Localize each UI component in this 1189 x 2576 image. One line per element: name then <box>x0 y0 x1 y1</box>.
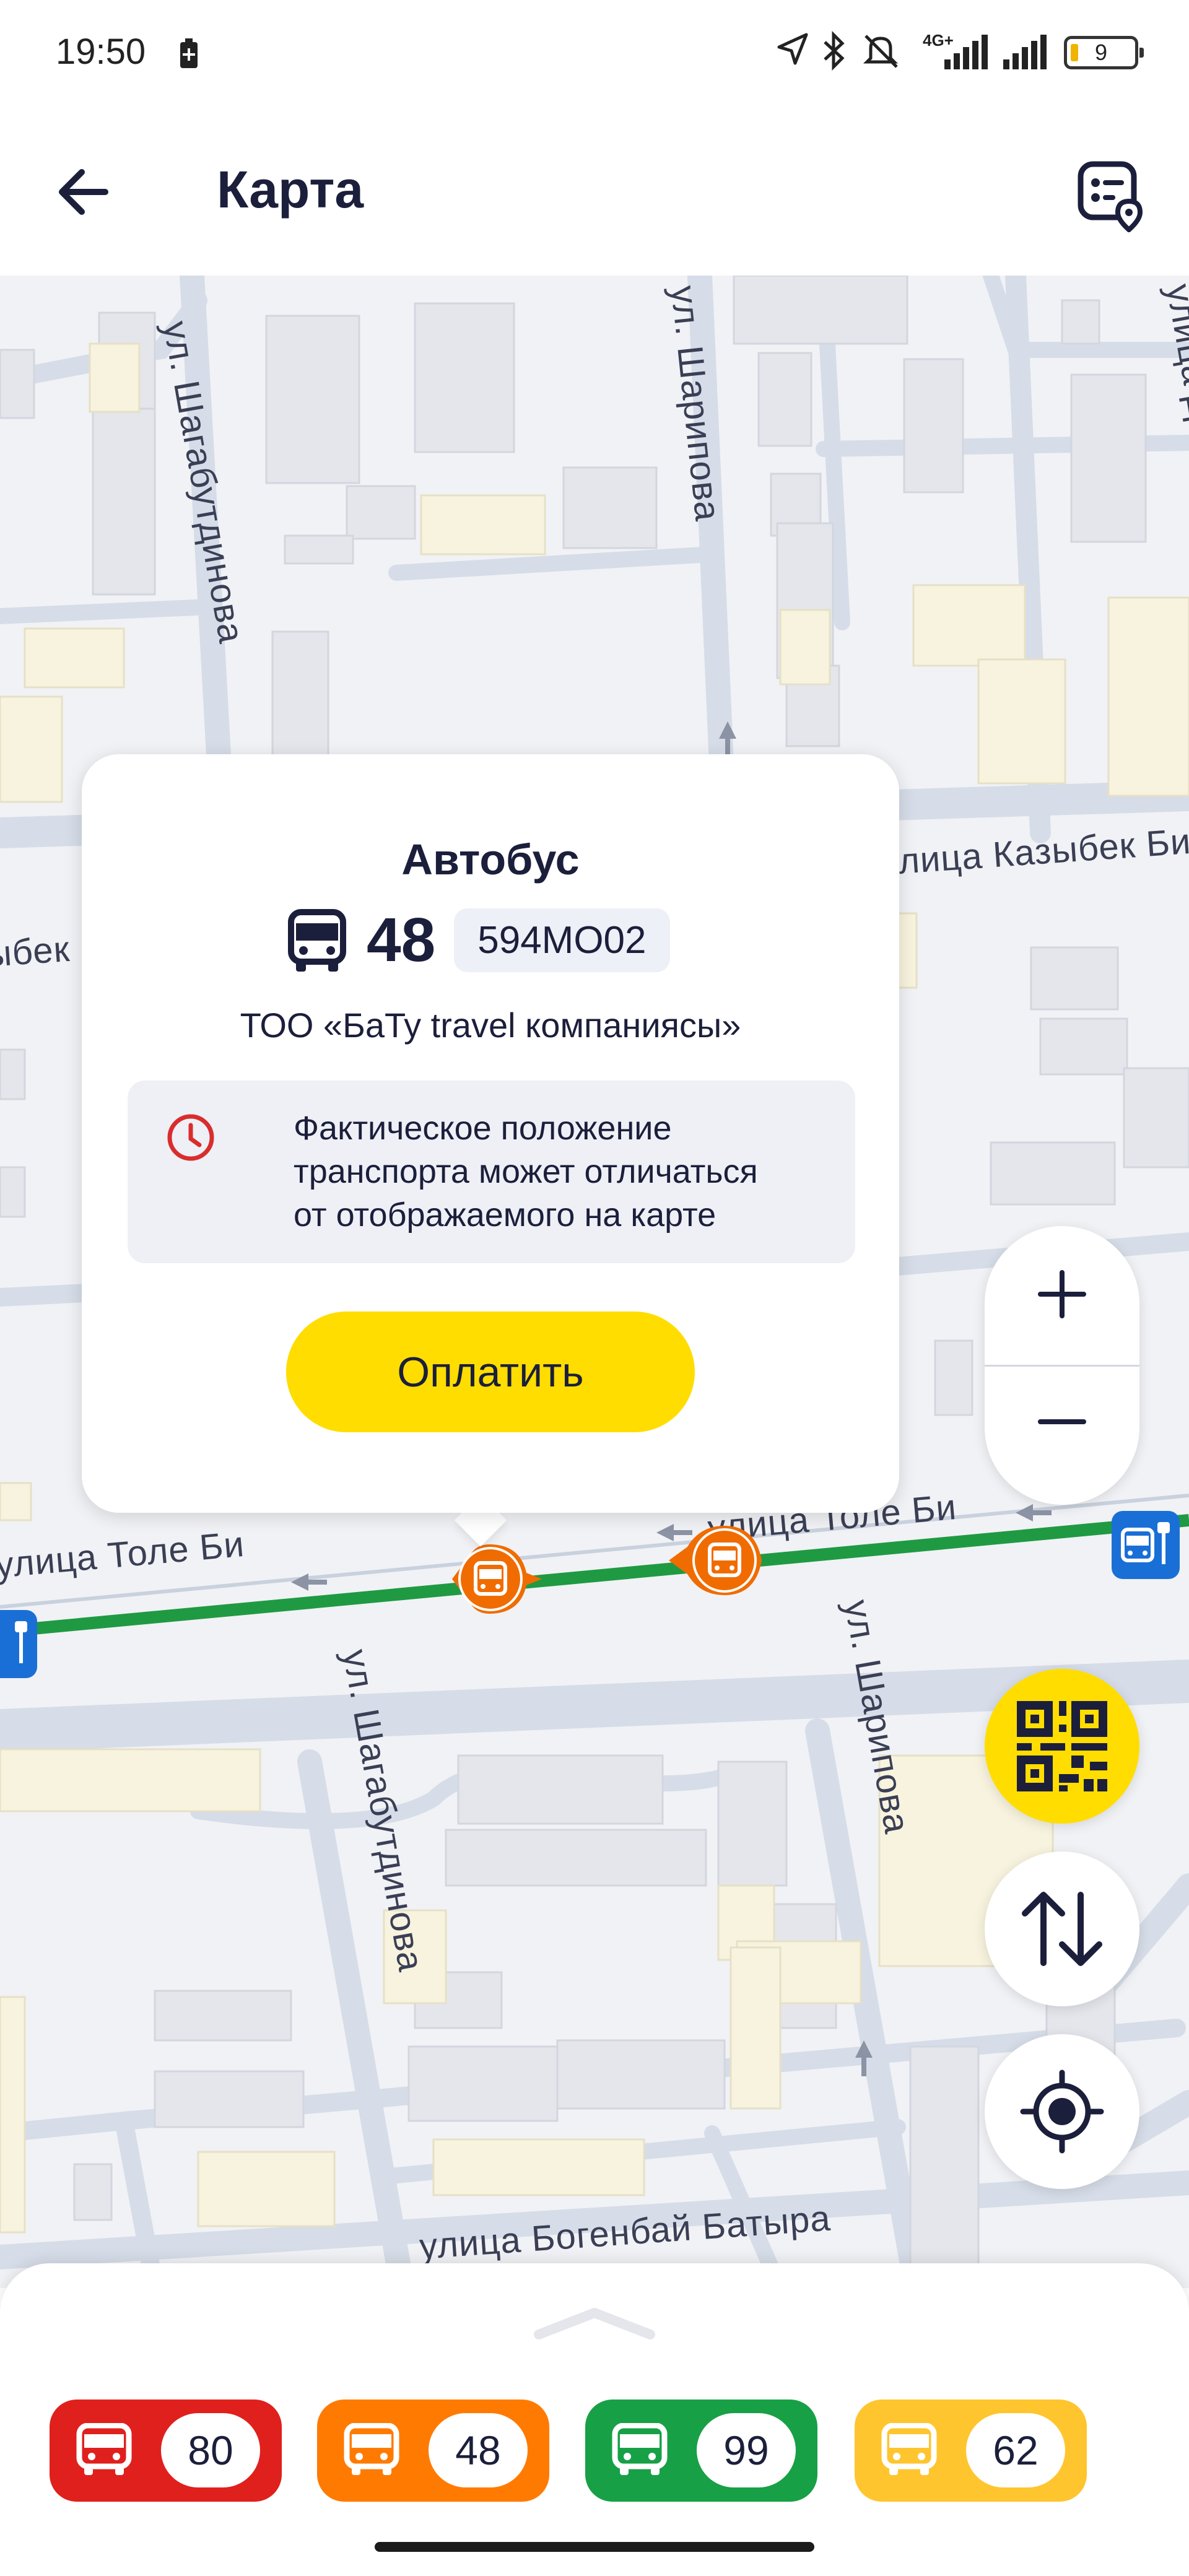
route-chip-number: 99 <box>697 2413 796 2487</box>
route-chip-number: 80 <box>161 2413 260 2487</box>
arrow-left-icon <box>59 169 108 215</box>
bluetooth-icon <box>824 31 845 71</box>
bus-icon <box>612 2423 668 2475</box>
vehicle-route-row: 48 594МО02 <box>286 903 670 977</box>
minus-icon <box>1038 1419 1086 1424</box>
bus-marker-selected[interactable] <box>440 1536 551 1622</box>
zoom-in-button[interactable] <box>985 1226 1139 1365</box>
vehicle-type: Автобус <box>401 835 580 884</box>
bus-icon <box>881 2423 937 2475</box>
page-title: Карта <box>217 160 364 219</box>
signal-icon-2 <box>1003 35 1047 69</box>
bus-icon <box>288 909 346 972</box>
swap-vertical-icon <box>1022 1892 1102 1966</box>
zoom-out-button[interactable] <box>985 1366 1139 1505</box>
route-chip[interactable]: 99 <box>585 2400 817 2502</box>
route-chip[interactable]: 80 <box>50 2400 282 2502</box>
qr-scan-button[interactable] <box>985 1669 1139 1824</box>
zoom-control <box>985 1226 1139 1505</box>
back-button[interactable] <box>50 161 118 223</box>
route-chip-number: 48 <box>429 2413 528 2487</box>
mute-icon <box>863 35 899 68</box>
status-time: 19:50 <box>56 32 146 72</box>
qr-code-icon <box>1017 1701 1107 1791</box>
locate-icon <box>1020 2069 1104 2154</box>
route-chip[interactable]: 48 <box>317 2400 549 2502</box>
position-notice: Фактическое положение транспорта может о… <box>128 1081 855 1263</box>
pay-button[interactable]: Оплатить <box>286 1312 695 1432</box>
route-map-icon <box>1078 161 1143 233</box>
bus-stop-marker[interactable] <box>1112 1511 1180 1579</box>
clock-icon <box>167 1114 214 1161</box>
battery-icon: 9 <box>1064 36 1144 69</box>
route-number: 48 <box>367 905 436 975</box>
bus-marker-icon <box>669 1526 762 1595</box>
battery-saver-icon <box>180 38 198 68</box>
route-chip[interactable]: 62 <box>855 2400 1087 2502</box>
app-header: Карта <box>0 105 1189 276</box>
route-map-button[interactable] <box>1074 158 1149 233</box>
license-plate: 594МО02 <box>454 908 670 972</box>
vehicle-info-popup: Автобус 48 594МО02 ТОО «БаТу travel комп… <box>82 754 899 1513</box>
bus-icon <box>344 2423 399 2475</box>
plus-icon <box>1038 1270 1086 1318</box>
chevron-up-icon[interactable] <box>533 2300 656 2344</box>
swap-direction-button[interactable] <box>985 1852 1139 2006</box>
location-icon <box>777 33 808 65</box>
bus-stop-icon <box>15 1621 27 1663</box>
bus-marker[interactable] <box>669 1517 780 1604</box>
carrier-name: ТОО «БаТу travel компаниясы» <box>240 1006 741 1045</box>
bus-icon <box>76 2423 132 2475</box>
my-location-button[interactable] <box>985 2034 1139 2189</box>
home-indicator <box>375 2542 814 2552</box>
signal-icon <box>944 35 988 69</box>
bus-marker-icon <box>452 1544 542 1614</box>
position-notice-text: Фактическое положение транспорта может о… <box>294 1110 758 1234</box>
bus-stop-marker[interactable] <box>0 1610 37 1678</box>
status-bar: 19:50 4G+ 9 <box>0 0 1189 105</box>
route-chip-number: 62 <box>966 2413 1065 2487</box>
bus-stop-icon <box>1121 1522 1170 1564</box>
